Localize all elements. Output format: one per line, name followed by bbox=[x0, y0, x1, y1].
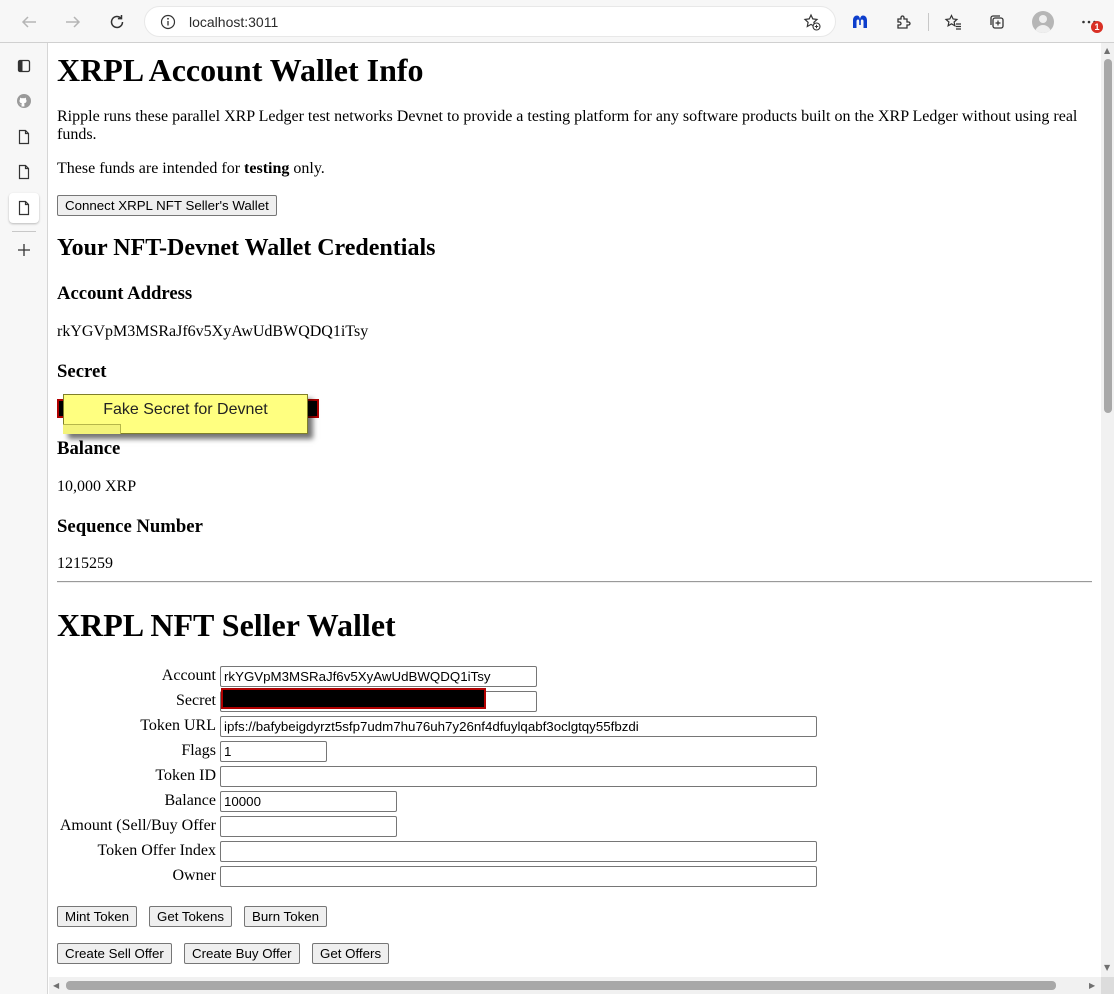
intro-paragraph: Ripple runs these parallel XRP Ledger te… bbox=[57, 108, 1078, 143]
create-buy-offer-button[interactable]: Create Buy Offer bbox=[184, 943, 300, 964]
refresh-icon[interactable] bbox=[103, 8, 131, 36]
info-icon[interactable] bbox=[160, 14, 176, 34]
extensions-icon[interactable] bbox=[890, 8, 918, 36]
page-icon[interactable] bbox=[9, 193, 39, 223]
url-text: localhost:3011 bbox=[189, 14, 279, 30]
account-field-label: Account bbox=[161, 667, 216, 684]
profile-icon[interactable] bbox=[1029, 8, 1057, 36]
balance-label: Balance bbox=[57, 438, 121, 459]
horizontal-scrollbar[interactable]: ◀ ▶ bbox=[49, 977, 1101, 994]
address-bar[interactable]: localhost:3011 bbox=[144, 6, 836, 37]
back-icon[interactable] bbox=[15, 8, 43, 36]
amount-input[interactable] bbox=[220, 816, 397, 837]
github-icon[interactable] bbox=[9, 86, 39, 116]
horizontal-scroll-thumb[interactable] bbox=[66, 981, 1056, 990]
balance-input[interactable] bbox=[220, 791, 397, 812]
page-icon[interactable] bbox=[9, 122, 39, 152]
seller-balance-label: Balance bbox=[164, 792, 216, 809]
toolbar-separator bbox=[928, 13, 929, 31]
scroll-left-arrow-icon[interactable]: ◀ bbox=[53, 981, 59, 990]
token-url-input[interactable] bbox=[220, 716, 817, 737]
mint-token-button[interactable]: Mint Token bbox=[57, 906, 138, 927]
credentials-heading: Your NFT-Devnet Wallet Credentials bbox=[57, 235, 436, 261]
get-tokens-button[interactable]: Get Tokens bbox=[149, 906, 233, 927]
account-address-label: Account Address bbox=[57, 283, 193, 304]
collections-icon[interactable] bbox=[983, 8, 1011, 36]
scroll-down-arrow-icon[interactable]: ▼ bbox=[1104, 963, 1110, 972]
flags-input[interactable] bbox=[220, 741, 327, 762]
get-offers-button[interactable]: Get Offers bbox=[312, 943, 390, 964]
scroll-up-arrow-icon[interactable]: ▲ bbox=[1104, 46, 1110, 55]
scrollbar-corner bbox=[1101, 977, 1114, 994]
create-sell-offer-button[interactable]: Create Sell Offer bbox=[57, 943, 172, 964]
owner-input[interactable] bbox=[220, 866, 817, 887]
connect-wallet-button[interactable]: Connect XRPL NFT Seller's Wallet bbox=[57, 195, 277, 216]
vertical-tabs-sidebar bbox=[0, 43, 48, 994]
owner-label: Owner bbox=[172, 867, 216, 884]
tab-actions-icon[interactable] bbox=[9, 51, 39, 81]
secret-field-redaction bbox=[221, 688, 486, 709]
sequence-value: 1215259 bbox=[57, 555, 113, 572]
scroll-right-arrow-icon[interactable]: ▶ bbox=[1089, 981, 1095, 990]
sticky-note-fold bbox=[63, 424, 121, 434]
page-title: XRPL Account Wallet Info bbox=[57, 52, 424, 88]
sequence-label: Sequence Number bbox=[57, 516, 203, 537]
notification-badge: 1 bbox=[1091, 21, 1103, 33]
secret-field-label: Secret bbox=[176, 692, 216, 709]
vertical-scroll-thumb[interactable] bbox=[1104, 59, 1112, 413]
balance-value: 10,000 XRP bbox=[57, 478, 137, 495]
token-offer-index-label: Token Offer Index bbox=[97, 842, 216, 859]
malwarebytes-icon[interactable] bbox=[846, 8, 874, 36]
vertical-scrollbar[interactable]: ▲ ▼ bbox=[1101, 43, 1114, 977]
section-divider bbox=[57, 581, 1092, 583]
flags-label: Flags bbox=[181, 742, 216, 759]
amount-label: Amount (Sell/Buy Offer bbox=[59, 817, 216, 834]
forward-icon[interactable] bbox=[59, 8, 87, 36]
secret-label: Secret bbox=[57, 361, 107, 382]
token-id-input[interactable] bbox=[220, 766, 817, 787]
favorites-icon[interactable] bbox=[939, 8, 967, 36]
page-icon[interactable] bbox=[9, 157, 39, 187]
page-content: XRPL Account Wallet Info Ripple runs the… bbox=[49, 43, 1101, 977]
sidebar-separator bbox=[12, 231, 36, 232]
account-input[interactable] bbox=[220, 666, 537, 687]
token-offer-index-input[interactable] bbox=[220, 841, 817, 862]
token-id-label: Token ID bbox=[155, 767, 216, 784]
browser-toolbar: localhost:3011 1 bbox=[0, 0, 1114, 43]
funds-note: These funds are intended for testing onl… bbox=[57, 160, 325, 177]
seller-heading: XRPL NFT Seller Wallet bbox=[57, 607, 396, 643]
add-icon[interactable] bbox=[9, 235, 39, 265]
burn-token-button[interactable]: Burn Token bbox=[244, 906, 328, 927]
add-favorite-icon[interactable] bbox=[803, 13, 821, 35]
account-address-value: rkYGVpM3MSRaJf6v5XyAwUdBWQDQ1iTsy bbox=[57, 323, 369, 340]
token-url-label: Token URL bbox=[140, 717, 216, 734]
